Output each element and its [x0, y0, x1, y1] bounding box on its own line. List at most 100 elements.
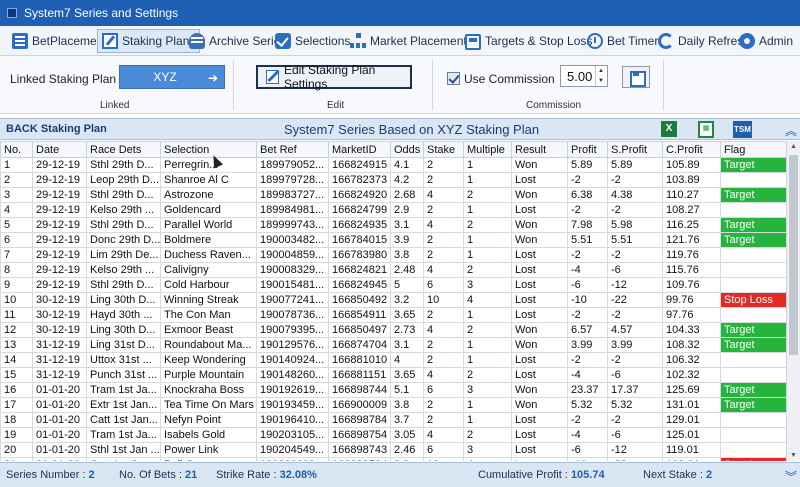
- table-row[interactable]: 19 01-01-20 Tram 1st Ja... Isabels Gold 1902…: [0, 427, 786, 443]
- table-row[interactable]: 2 29-12-19 Leop 29th D... Shanroe Al C 18997…: [0, 172, 786, 188]
- nav-betplacement[interactable]: BetPlacement: [8, 29, 111, 53]
- edit-staking-plan-button[interactable]: Edit Staking Plan Settings: [256, 63, 412, 91]
- flag-cell: Target: [720, 187, 786, 203]
- csv-icon[interactable]: ▦: [698, 121, 714, 138]
- scroll-up-icon[interactable]: ▲: [790, 143, 797, 150]
- table-row[interactable]: 9 29-12-19 Sthl 29th D... Cold Harbour 19001…: [0, 277, 786, 293]
- table-cell: Lost: [511, 412, 568, 428]
- table-row[interactable]: 6 29-12-19 Donc 29th D... Boldmere 190003482…: [0, 232, 786, 248]
- table-row[interactable]: 13 31-12-19 Ling 31st D... Roundabout Ma...…: [0, 337, 786, 353]
- table-cell: -22: [607, 292, 663, 308]
- table-cell: 3.8: [390, 247, 424, 263]
- scrollbar-thumb[interactable]: [789, 155, 798, 355]
- table-row[interactable]: 7 29-12-19 Lim 29th De... Duchess Raven... 1…: [0, 247, 786, 263]
- save-button[interactable]: [622, 66, 650, 88]
- table-cell: 108.27: [662, 202, 721, 218]
- table-row[interactable]: 3 29-12-19 Sthl 29th D... Astrozone 18998372…: [0, 187, 786, 203]
- table-cell: 166881010: [328, 352, 391, 368]
- nav-market-placement[interactable]: Market Placement: [346, 29, 471, 53]
- column-header[interactable]: Odds: [390, 141, 424, 158]
- table-cell: 166854911: [328, 307, 391, 323]
- table-cell: Purple Mountain: [160, 367, 257, 383]
- table-row[interactable]: 16 01-01-20 Tram 1st Ja... Knockraha Boss 19…: [0, 382, 786, 398]
- column-header[interactable]: Profit: [567, 141, 608, 158]
- table-cell: -6: [607, 427, 663, 443]
- nav-admin[interactable]: Admin: [735, 29, 797, 53]
- next-stake-label: Next Stake :: [643, 469, 703, 481]
- table-cell: Sthl 29th D...: [86, 217, 161, 233]
- table-row[interactable]: 20 01-01-20 Sthl 1st Jan ... Power Link 1902…: [0, 442, 786, 458]
- table-cell: Donc 29th D...: [86, 232, 161, 248]
- table-cell: 1: [463, 337, 512, 353]
- spin-down-icon[interactable]: ▼: [596, 76, 606, 86]
- table-row[interactable]: 12 30-12-19 Ling 30th D... Exmoor Beast 1900…: [0, 322, 786, 338]
- collapse-icon[interactable]: ︽: [785, 122, 797, 139]
- table-cell: 20: [0, 442, 33, 458]
- edit-staking-plan-button-label: Edit Staking Plan Settings: [283, 63, 376, 91]
- scroll-down-icon[interactable]: ▼: [790, 452, 797, 459]
- column-header[interactable]: Date: [32, 141, 87, 158]
- commission-spinner[interactable]: ▲ ▼: [595, 66, 606, 86]
- ribbon-divider: [432, 60, 433, 110]
- admin-icon: [739, 33, 755, 49]
- spin-up-icon[interactable]: ▲: [596, 66, 606, 76]
- table-row[interactable]: 11 30-12-19 Hayd 30th ... The Con Man 190078…: [0, 307, 786, 323]
- flag-cell: [720, 262, 786, 278]
- table-row[interactable]: 4 29-12-19 Kelso 29th ... Goldencard 1899849…: [0, 202, 786, 218]
- tsm-icon[interactable]: TSM: [733, 121, 752, 138]
- table-row[interactable]: 17 01-01-20 Extr 1st Jan... Tea Time On Mar…: [0, 397, 786, 413]
- column-header[interactable]: MarketID: [328, 141, 391, 158]
- table-row[interactable]: 14 31-12-19 Uttox 31st ... Keep Wondering 19…: [0, 352, 786, 368]
- table-cell: Keep Wondering: [160, 352, 257, 368]
- panel-subtitle: System7 Series Based on XYZ Staking Plan: [284, 122, 540, 137]
- table-cell: Calivigny: [160, 262, 257, 278]
- table-cell: 3.2: [390, 292, 424, 308]
- use-commission-checkbox[interactable]: [447, 72, 460, 85]
- table-row[interactable]: 2101-01-20Catt 1st Jan...Pull Green19020…: [0, 457, 786, 461]
- column-header[interactable]: C.Profit: [662, 141, 721, 158]
- table-cell: 110.27: [662, 187, 721, 203]
- linked-staking-plan-select[interactable]: XYZ ➔: [119, 65, 225, 89]
- table-cell: 102.32: [662, 367, 721, 383]
- archive-icon: [189, 33, 205, 49]
- table-cell: 3.1: [390, 337, 424, 353]
- table-cell: 97.76: [662, 307, 721, 323]
- nav-targets-stop-loss[interactable]: Targets & Stop Loss: [461, 29, 596, 53]
- table-cell: 119.01: [662, 442, 721, 458]
- column-header[interactable]: No.: [0, 141, 33, 158]
- table-row[interactable]: 18 01-01-20 Catt 1st Jan... Nefyn Point 1901…: [0, 412, 786, 428]
- table-cell: 3: [0, 187, 33, 203]
- table-cell: 5.89: [607, 157, 663, 173]
- num-bets-status: No. Of Bets : 21: [119, 469, 197, 481]
- table-cell: Sthl 29th D...: [86, 277, 161, 293]
- nav-selections[interactable]: Selections: [271, 29, 354, 53]
- column-header[interactable]: Selection: [160, 141, 257, 158]
- column-header[interactable]: Flag: [720, 141, 786, 158]
- column-header[interactable]: Bet Ref: [256, 141, 329, 158]
- table-row[interactable]: 8 29-12-19 Kelso 29th ... Calivigny 19000832…: [0, 262, 786, 278]
- num-bets-label: No. Of Bets :: [119, 469, 182, 481]
- column-header[interactable]: Stake: [423, 141, 464, 158]
- column-header[interactable]: Race Dets: [86, 141, 161, 158]
- expand-icon[interactable]: ︾: [785, 468, 797, 485]
- excel-icon[interactable]: X: [661, 121, 677, 137]
- table-cell: 105.89: [662, 157, 721, 173]
- vertical-scrollbar[interactable]: ▲ ▼: [786, 141, 800, 461]
- column-header[interactable]: S.Profit: [607, 141, 663, 158]
- table-row[interactable]: 10 30-12-19 Ling 30th D... Winning Streak 19…: [0, 292, 786, 308]
- table-row[interactable]: 15 31-12-19 Punch 31st ... Purple Mountain 1…: [0, 367, 786, 383]
- nav-bet-timer[interactable]: Bet Timer: [583, 29, 662, 53]
- table-cell: 31-12-19: [32, 337, 87, 353]
- table-cell: 2.48: [390, 262, 424, 278]
- column-header[interactable]: Multiple: [463, 141, 512, 158]
- flag-cell: Target: [720, 157, 786, 173]
- staking-plans-icon: [102, 33, 118, 49]
- table-cell: 189979728...: [256, 172, 329, 188]
- column-header[interactable]: Result: [511, 141, 568, 158]
- ribbon-divider: [663, 60, 664, 110]
- table-row[interactable]: 5 29-12-19 Sthl 29th D... Parallel World 189…: [0, 217, 786, 233]
- table-cell: 18: [0, 412, 33, 428]
- table-cell: 166824920: [328, 187, 391, 203]
- table-cell: -10: [567, 292, 608, 308]
- table-row[interactable]: 1 29-12-19 Sthl 29th D... Perregrin... 18997…: [0, 157, 786, 173]
